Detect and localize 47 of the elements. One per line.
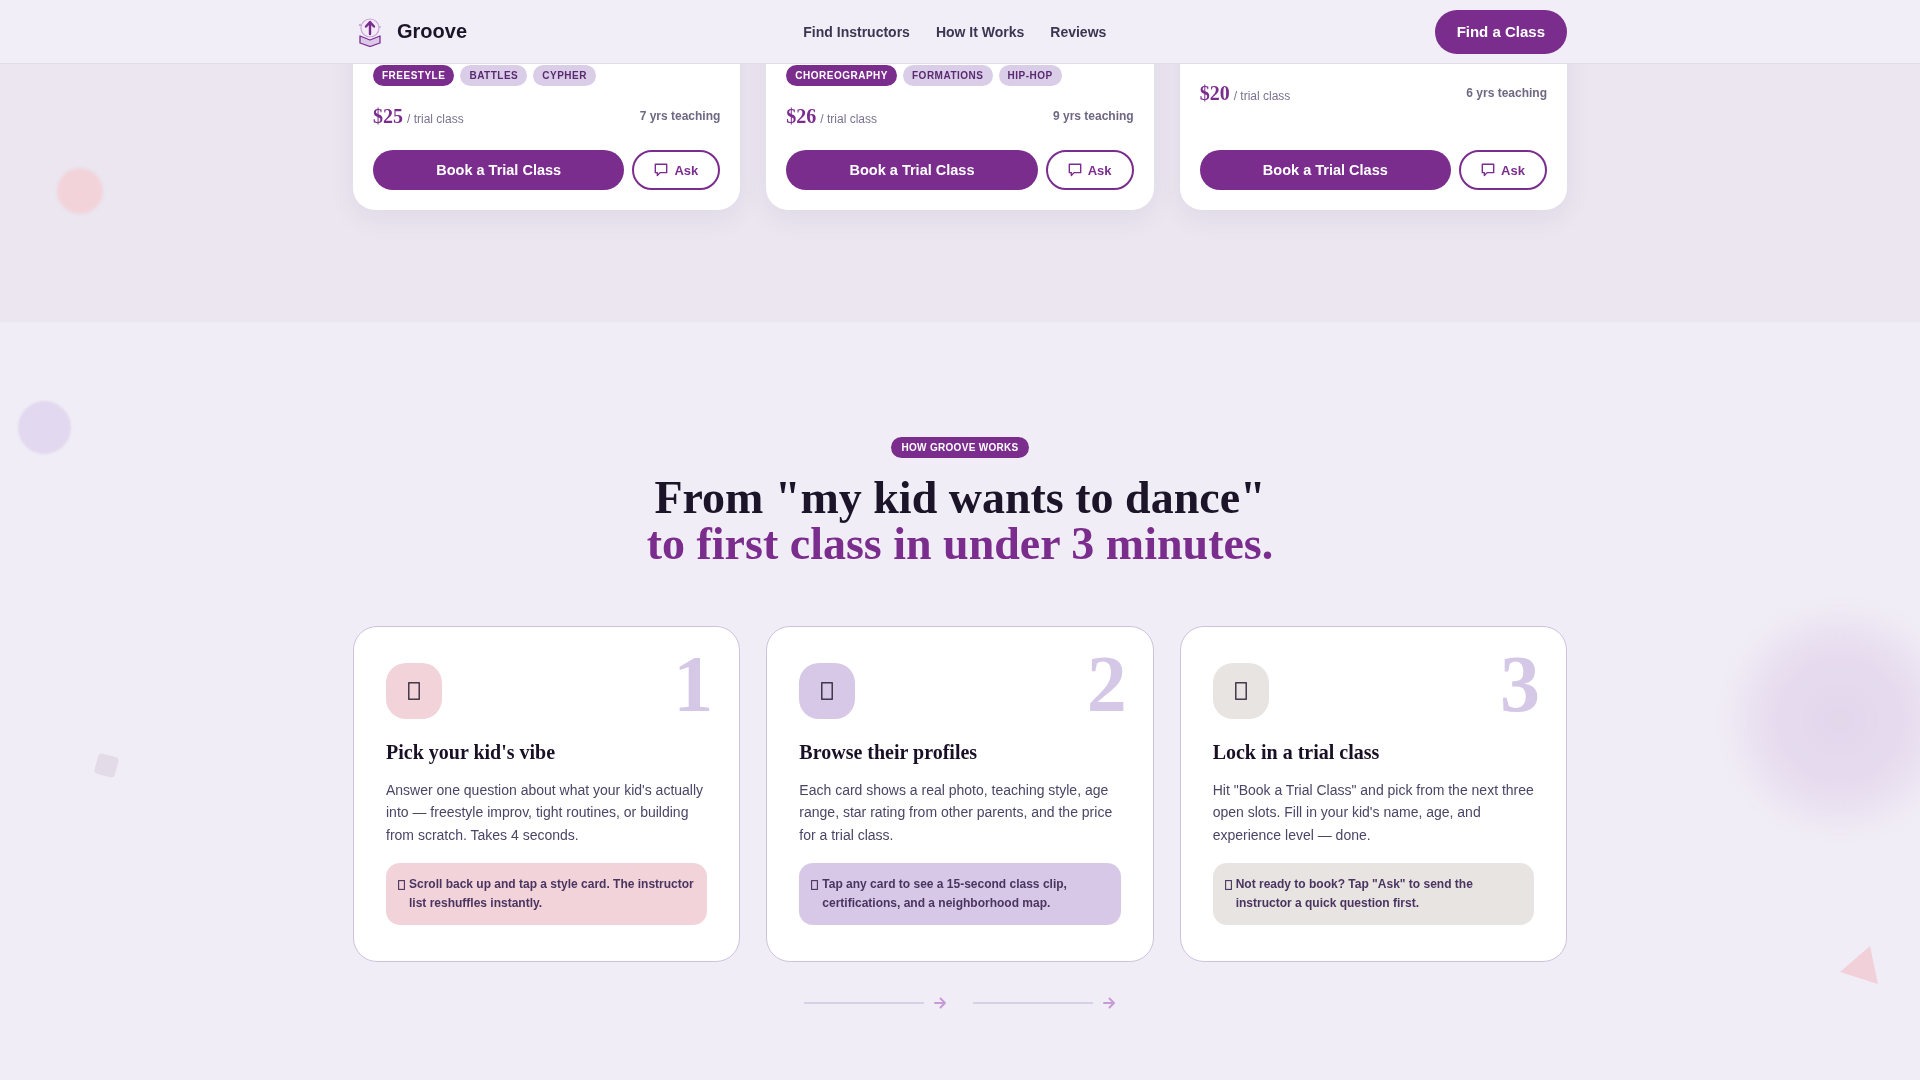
chat-bubble-icon: [1067, 163, 1082, 177]
rectangle-icon: [398, 879, 405, 890]
style-tag: CYPHER: [533, 65, 596, 86]
box-arrow-icon: [357, 16, 383, 47]
price-unit: / trial class: [407, 111, 464, 126]
section-heading: From "my kid wants to dance": [654, 475, 1266, 521]
experience-text: 9 yrs teaching: [1052, 109, 1134, 123]
ask-button[interactable]: Ask: [1045, 150, 1134, 190]
line-arrow-icon: [804, 997, 947, 1009]
experience-text: 7 yrs teaching: [639, 109, 721, 123]
step-description: Hit "Book a Trial Class" and pick from the next three open slots. Fill in your kid's name, age, and experience level — done.: [1212, 781, 1534, 845]
nav-link[interactable]: Reviews: [1050, 23, 1107, 40]
line-arrow-icon: [973, 997, 1116, 1009]
price-unit: / trial class: [820, 111, 877, 126]
rectangle-icon: [811, 879, 819, 890]
step-title: Browse their profiles: [799, 740, 979, 765]
section-label: HOW GROOVE WORKS: [891, 437, 1029, 458]
step-title: Lock in a trial class: [1212, 740, 1381, 765]
rectangle-icon: [1224, 879, 1232, 890]
tip-text: Not ready to book? Tap "Ask" to send the instructor a quick question first.: [1235, 876, 1474, 912]
experience-text: 6 yrs teaching: [1466, 86, 1547, 100]
decorative-triangle: [1840, 946, 1878, 984]
style-tag: BATTLES: [460, 65, 528, 86]
tip-text: Tap any card to see a 15-second class clip, certifications, and a neighborhood map.: [822, 876, 1068, 912]
price: $26: [786, 104, 817, 128]
step-description: Each card shows a real photo, teaching style, age range, star rating from other parents, and the price for a trial class.: [799, 781, 1114, 845]
nav-link[interactable]: Find Instructors: [803, 23, 910, 40]
brand-name[interactable]: Groove: [397, 20, 468, 43]
book-trial-button[interactable]: Book a Trial Class: [1199, 150, 1451, 190]
style-tag: FORMATIONS: [903, 65, 993, 86]
ask-button[interactable]: Ask: [1459, 150, 1547, 190]
nav-link[interactable]: How It Works: [935, 23, 1025, 40]
step-description: Answer one question about what your kid's actually into — freestyle improv, tight routines, or building from scratch. Takes 4 seconds.: [386, 781, 705, 845]
book-trial-button[interactable]: Book a Trial Class: [373, 150, 625, 190]
step-title: Pick your kid's vibe: [386, 740, 557, 765]
ask-button[interactable]: Ask: [632, 150, 721, 190]
price-unit: / trial class: [1233, 88, 1291, 103]
style-tag: HIP-HOP: [998, 65, 1062, 86]
tip-text: Scroll back up and tap a style card. The instructor list reshuffles instantly.: [409, 876, 695, 912]
chat-bubble-icon: [1481, 163, 1496, 177]
style-tag: CHOREOGRAPHY: [786, 65, 897, 86]
book-trial-button[interactable]: Book a Trial Class: [786, 150, 1038, 190]
find-class-button[interactable]: Find a Class: [1434, 9, 1567, 54]
chat-bubble-icon: [654, 163, 669, 177]
style-tag: FREESTYLE: [373, 65, 455, 86]
price: $25: [373, 104, 403, 128]
price: $20: [1199, 81, 1230, 105]
